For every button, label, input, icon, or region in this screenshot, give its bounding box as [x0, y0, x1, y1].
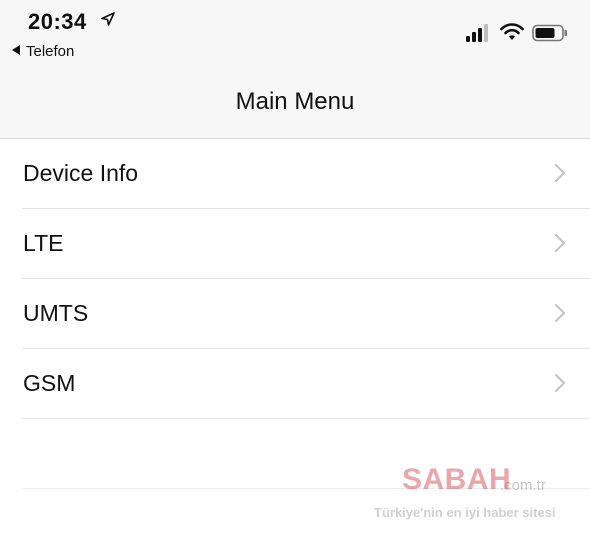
back-arrow-icon [12, 45, 20, 55]
menu-item-label: GSM [23, 370, 76, 396]
watermark-domain: .com.tr [500, 477, 546, 494]
watermark-tagline: Türkiye'nin en iyi haber sitesi [374, 505, 556, 520]
navigation-bar: Main Menu [0, 64, 590, 139]
chevron-right-icon [554, 163, 566, 183]
signal-icon [466, 24, 488, 42]
menu-item-label: Device Info [23, 160, 139, 186]
menu-item-label: LTE [23, 230, 64, 256]
back-to-app-link[interactable]: Telefon [12, 43, 74, 60]
wifi-icon [500, 23, 524, 40]
battery-icon [532, 24, 567, 42]
menu-item-device-info[interactable]: Device Info [22, 139, 590, 209]
chevron-right-icon [554, 233, 566, 253]
page-title: Main Menu [235, 88, 355, 115]
menu-item-gsm[interactable]: GSM [22, 349, 590, 419]
menu-item-lte[interactable]: LTE [22, 209, 590, 279]
main-menu-list: Device Info LTE UMTS GSM [0, 139, 590, 419]
menu-item-label: UMTS [23, 300, 89, 326]
sabah-watermark: SABAH .com.tr Türkiye'nin en iyi haber s… [374, 463, 584, 527]
chevron-right-icon [554, 373, 566, 393]
menu-item-umts[interactable]: UMTS [22, 279, 590, 349]
chevron-right-icon [554, 303, 566, 323]
location-arrow-icon [101, 12, 115, 26]
watermark-logo: SABAH [402, 463, 512, 496]
back-app-label: Telefon [26, 43, 75, 60]
status-bar: 20:34 Telefon [0, 0, 590, 64]
status-time: 20:34 [28, 9, 87, 34]
